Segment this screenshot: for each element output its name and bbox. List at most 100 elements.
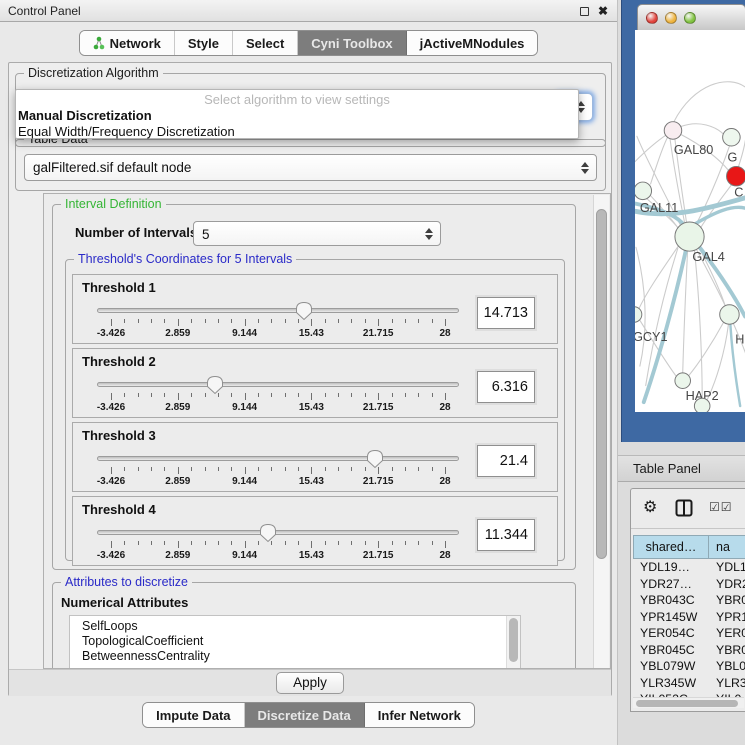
apply-button[interactable]: Apply bbox=[276, 672, 344, 694]
pane-scrollbar-thumb[interactable] bbox=[596, 209, 607, 559]
tab-network[interactable]: Network bbox=[80, 31, 175, 55]
slider-thumb[interactable] bbox=[366, 449, 384, 469]
tab-label: Network bbox=[110, 36, 161, 51]
tab-select[interactable]: Select bbox=[233, 31, 298, 55]
threshold-value-input[interactable] bbox=[477, 371, 535, 403]
threshold-slider[interactable]: -3.4262.8599.14415.4321.71528 bbox=[97, 299, 459, 343]
table-horizontal-scrollbar[interactable] bbox=[633, 697, 744, 708]
network-graph: GAL80GCGAL11GAL4GCY1HHAP2 bbox=[635, 30, 745, 412]
screen: Control Panel ✖ Network StyleSelect Cyni T… bbox=[0, 0, 745, 745]
top-tab-bar: Network StyleSelect Cyni Toolbox jActiveMNo… bbox=[0, 30, 617, 56]
network-edge[interactable] bbox=[651, 136, 669, 184]
algorithm-dropdown-popup: Select algorithm to view settings Manual… bbox=[15, 89, 579, 139]
network-node-c[interactable] bbox=[727, 166, 745, 185]
dropdown-option-equal-width-frequency-discretization[interactable]: Equal Width/Frequency Discretization bbox=[18, 124, 576, 140]
close-traffic-light-icon[interactable] bbox=[646, 12, 658, 24]
threshold-box-2: Threshold 2 -3.4262.8599.14415.4321.71528 bbox=[72, 348, 558, 418]
network-node-hap2[interactable] bbox=[675, 373, 691, 389]
network-edge[interactable] bbox=[696, 146, 729, 224]
table-row[interactable]: YDL19…YDL1 bbox=[633, 560, 745, 577]
network-node-gal11[interactable] bbox=[635, 182, 652, 200]
list-scrollbar[interactable] bbox=[506, 616, 520, 669]
table-row[interactable]: YER054CYER0 bbox=[633, 626, 745, 643]
threshold-label: Threshold 3 bbox=[82, 428, 156, 443]
table-row[interactable]: YLR345WYLR3 bbox=[633, 676, 745, 693]
attribute-item-topologicalcoefficient[interactable]: TopologicalCoefficient bbox=[70, 634, 520, 649]
attribute-item-betweennesscentrality[interactable]: BetweennessCentrality bbox=[70, 649, 520, 664]
slider-thumb[interactable] bbox=[259, 523, 277, 543]
table-row[interactable]: YDR27…YDR2 bbox=[633, 577, 745, 594]
tab-infer-network[interactable]: Infer Network bbox=[365, 703, 474, 727]
threshold-value-input[interactable] bbox=[477, 445, 535, 477]
network-node-gal80[interactable] bbox=[664, 122, 682, 140]
cell-shared-name: YPR145W bbox=[633, 610, 709, 627]
network-node-gcy1[interactable] bbox=[635, 307, 642, 323]
network-edge[interactable] bbox=[674, 82, 745, 122]
minimize-traffic-light-icon[interactable] bbox=[665, 12, 677, 24]
table-row[interactable]: YPR145WYPR1 bbox=[633, 610, 745, 627]
tab-jactivemnodules[interactable]: jActiveMNodules bbox=[407, 31, 538, 55]
table-scrollbar-thumb[interactable] bbox=[636, 700, 738, 707]
table-data-combobox[interactable]: galFiltered.sif default node bbox=[24, 154, 597, 181]
network-node[interactable] bbox=[694, 398, 710, 412]
network-node-h[interactable] bbox=[720, 305, 739, 324]
slider-thumb[interactable] bbox=[295, 301, 313, 321]
column-header[interactable]: shared… bbox=[633, 535, 709, 559]
attributes-listbox[interactable]: SelfLoopsTopologicalCoefficientBetweenne… bbox=[69, 615, 521, 669]
tab-impute-data[interactable]: Impute Data bbox=[143, 703, 244, 727]
table-row[interactable]: YBR045CYBR0 bbox=[633, 643, 745, 660]
network-window-titlebar[interactable] bbox=[637, 4, 745, 30]
tab-label: Cyni Toolbox bbox=[311, 36, 392, 51]
threshold-slider[interactable]: -3.4262.8599.14415.4321.71528 bbox=[97, 521, 459, 565]
slider-tick-labels: -3.4262.8599.14415.4321.71528 bbox=[111, 402, 445, 414]
threshold-label: Threshold 4 bbox=[82, 502, 156, 517]
threshold-label: Threshold 1 bbox=[82, 280, 156, 295]
tab-label: Impute Data bbox=[156, 708, 230, 723]
panel-title: Control Panel bbox=[8, 0, 81, 22]
zoom-traffic-light-icon[interactable] bbox=[684, 12, 696, 24]
tick-label: 15.43 bbox=[299, 550, 324, 561]
dropdown-option-manual-discretization[interactable]: Manual Discretization bbox=[18, 108, 576, 124]
tick-label: 2.859 bbox=[165, 402, 190, 413]
split-columns-icon[interactable] bbox=[675, 499, 693, 517]
pane-scrollbar[interactable] bbox=[593, 195, 609, 669]
select-columns-icon[interactable]: ☑☑ bbox=[709, 500, 733, 514]
attribute-item-selfloops[interactable]: SelfLoops bbox=[70, 616, 520, 634]
table-row[interactable]: YBR043CYBR0 bbox=[633, 593, 745, 610]
network-edge[interactable] bbox=[689, 322, 724, 376]
number-of-intervals-combobox[interactable]: 5 bbox=[193, 221, 441, 246]
tick-label: 21.715 bbox=[363, 476, 394, 487]
tab-discretize-data[interactable]: Discretize Data bbox=[245, 703, 365, 727]
float-window-icon[interactable] bbox=[580, 7, 589, 16]
tab-label: Infer Network bbox=[378, 708, 461, 723]
network-canvas[interactable]: GAL80GCGAL11GAL4GCY1HHAP2 bbox=[635, 30, 745, 412]
tick-label: 28 bbox=[439, 402, 450, 413]
threshold-slider[interactable]: -3.4262.8599.14415.4321.71528 bbox=[97, 373, 459, 417]
network-node-g[interactable] bbox=[723, 129, 741, 147]
column-header[interactable]: na bbox=[709, 535, 745, 559]
network-icon bbox=[93, 36, 105, 50]
cyni-toolbox-content: Discretization Algorithm Select algorith… bbox=[8, 62, 612, 696]
threshold-value-input[interactable] bbox=[477, 297, 535, 329]
table-row[interactable]: YBL079WYBL0 bbox=[633, 659, 745, 676]
tick-label: 2.859 bbox=[165, 328, 190, 339]
threshold-value-input[interactable] bbox=[477, 519, 535, 551]
network-edge[interactable] bbox=[636, 247, 645, 366]
threshold-label: Threshold 2 bbox=[82, 354, 156, 369]
slider-thumb[interactable] bbox=[206, 375, 224, 395]
cell-shared-name: YBL079W bbox=[633, 659, 709, 676]
tab-style[interactable]: Style bbox=[175, 31, 233, 55]
tab-cyni-toolbox[interactable]: Cyni Toolbox bbox=[298, 31, 406, 55]
table-toolbar: ⚙ ☑☑ bbox=[631, 489, 745, 529]
apply-strip: Apply bbox=[9, 669, 611, 696]
network-edge[interactable] bbox=[681, 124, 724, 135]
settings-scroll-pane: Interval Definition Number of Intervals … bbox=[43, 193, 611, 669]
network-edge[interactable] bbox=[635, 134, 667, 161]
settings-gear-icon[interactable]: ⚙ bbox=[643, 497, 657, 517]
network-edge[interactable] bbox=[694, 250, 702, 398]
network-edge[interactable] bbox=[646, 248, 678, 385]
cell-name: YDL1 bbox=[709, 560, 745, 577]
threshold-slider[interactable]: -3.4262.8599.14415.4321.71528 bbox=[97, 447, 459, 491]
network-node-gal4[interactable] bbox=[675, 222, 704, 251]
close-icon[interactable]: ✖ bbox=[598, 0, 608, 22]
